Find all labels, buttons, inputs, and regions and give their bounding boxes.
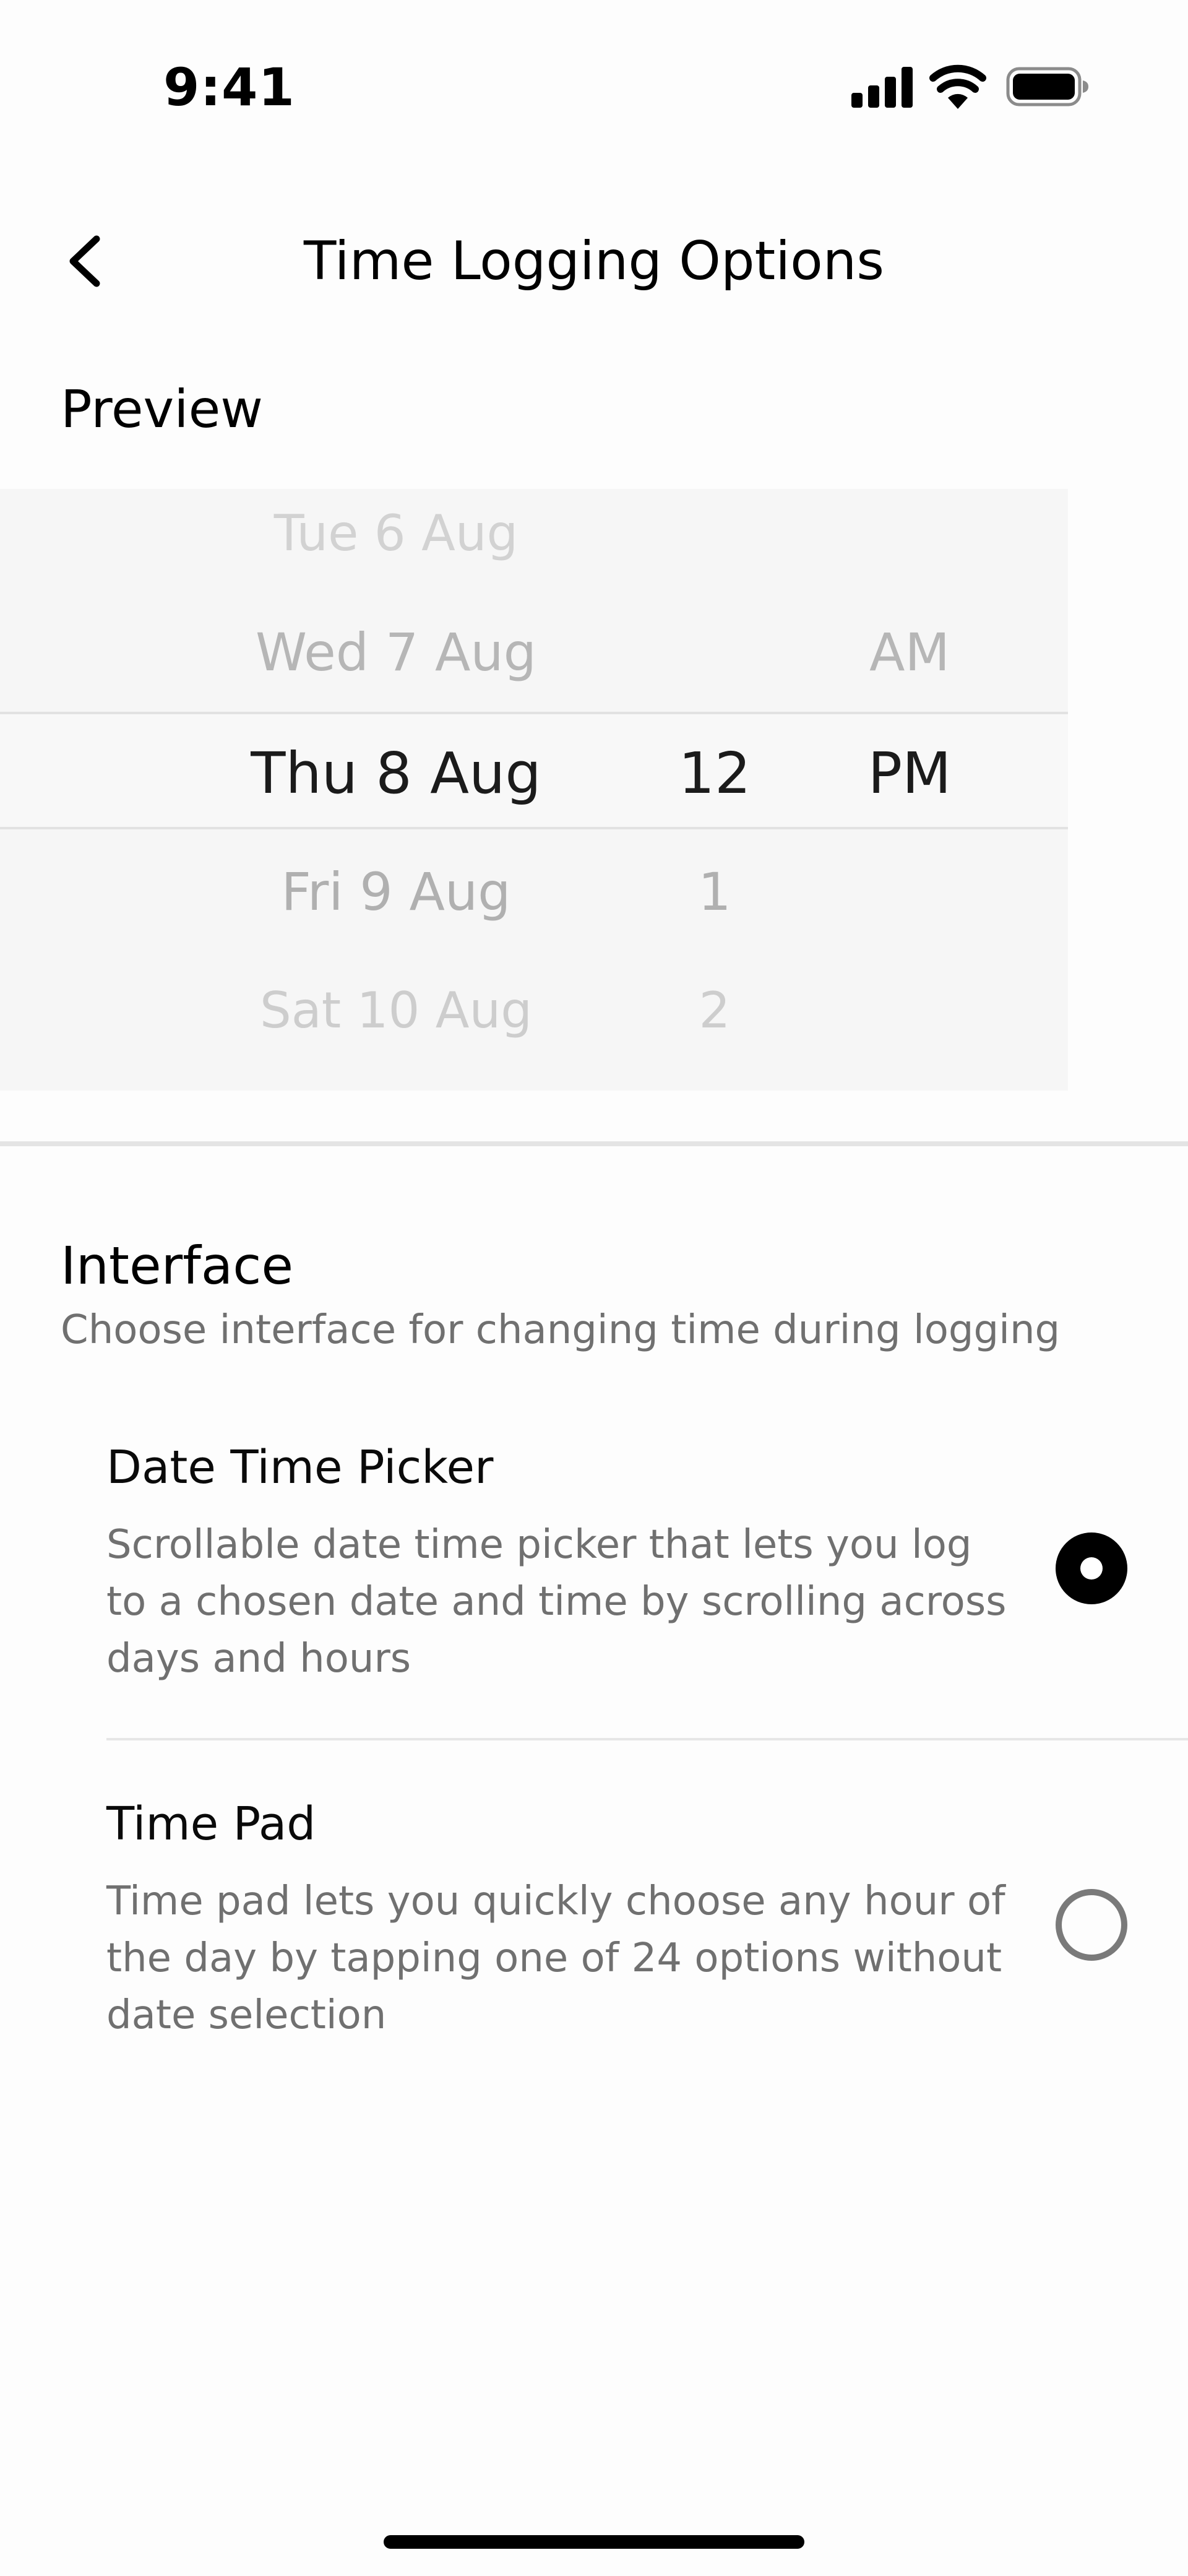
date-time-picker-radio-selected[interactable] bbox=[1056, 1532, 1127, 1604]
preview-section-label: Preview bbox=[61, 379, 263, 439]
section-divider bbox=[0, 1141, 1188, 1146]
page-title: Time Logging Options bbox=[303, 230, 885, 292]
picker-day-option[interactable]: Tue 6 Aug bbox=[198, 504, 594, 562]
picker-day-selected[interactable]: Thu 8 Aug bbox=[198, 740, 594, 806]
battery-icon bbox=[1006, 67, 1088, 106]
picker-ampm-option[interactable]: AM bbox=[823, 622, 996, 683]
picker-day-option[interactable]: Wed 7 Aug bbox=[198, 622, 594, 683]
option-date-time-picker-description: Scrollable date time picker that lets yo… bbox=[106, 1522, 1007, 1682]
interface-section-title: Interface bbox=[61, 1235, 294, 1296]
option-time-pad-description: Time pad lets you quickly choose any hou… bbox=[106, 1878, 1005, 2038]
wifi-icon bbox=[929, 64, 986, 109]
option-date-time-picker-title[interactable]: Date Time Picker bbox=[106, 1441, 493, 1494]
picker-hour-option[interactable]: 2 bbox=[656, 982, 773, 1039]
picker-hour-option[interactable]: 1 bbox=[656, 862, 773, 922]
option-divider bbox=[106, 1738, 1188, 1740]
option-time-pad-title[interactable]: Time Pad bbox=[106, 1797, 316, 1851]
home-indicator bbox=[384, 2535, 804, 2549]
picker-ampm-selected[interactable]: PM bbox=[823, 740, 996, 806]
interface-section-subtitle: Choose interface for changing time durin… bbox=[61, 1307, 1061, 1353]
cellular-signal-icon bbox=[851, 67, 913, 108]
radio-selected-dot bbox=[1080, 1557, 1103, 1580]
status-bar-time: 9:41 bbox=[163, 57, 295, 118]
picker-hour-selected[interactable]: 12 bbox=[656, 740, 773, 806]
picker-day-option[interactable]: Sat 10 Aug bbox=[198, 982, 594, 1039]
picker-day-option[interactable]: Fri 9 Aug bbox=[198, 862, 594, 922]
time-pad-radio-unselected[interactable] bbox=[1056, 1889, 1127, 1961]
